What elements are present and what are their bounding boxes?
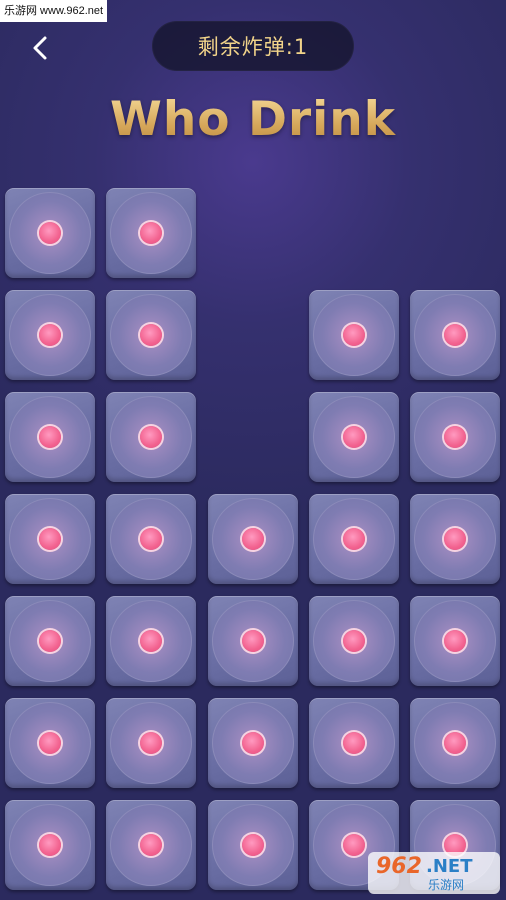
game-tile[interactable] xyxy=(309,494,399,584)
pink-dot-icon xyxy=(39,426,61,448)
pink-dot-icon xyxy=(343,630,365,652)
pink-dot-icon xyxy=(242,630,264,652)
pink-dot-icon xyxy=(242,732,264,754)
game-tile[interactable] xyxy=(208,698,298,788)
game-tile[interactable] xyxy=(5,290,95,380)
game-tile[interactable] xyxy=(309,392,399,482)
watermark-logo-net: .NET xyxy=(426,856,473,877)
pink-dot-icon xyxy=(343,324,365,346)
tile-grid xyxy=(0,0,506,900)
pink-dot-icon xyxy=(444,426,466,448)
game-tile[interactable] xyxy=(106,596,196,686)
game-tile[interactable] xyxy=(208,494,298,584)
game-tile[interactable] xyxy=(208,800,298,890)
game-tile[interactable] xyxy=(309,290,399,380)
pink-dot-icon xyxy=(343,834,365,856)
pink-dot-icon xyxy=(39,732,61,754)
pink-dot-icon xyxy=(444,324,466,346)
watermark-logo: 962 xyxy=(376,854,422,879)
pink-dot-icon xyxy=(444,630,466,652)
pink-dot-icon xyxy=(242,528,264,550)
game-tile[interactable] xyxy=(5,698,95,788)
game-tile[interactable] xyxy=(5,800,95,890)
game-tile[interactable] xyxy=(309,596,399,686)
pink-dot-icon xyxy=(140,528,162,550)
game-tile[interactable] xyxy=(5,494,95,584)
game-tile[interactable] xyxy=(410,698,500,788)
pink-dot-icon xyxy=(343,426,365,448)
pink-dot-icon xyxy=(140,222,162,244)
pink-dot-icon xyxy=(39,222,61,244)
watermark-corner: 962 .NET 乐游网 xyxy=(368,852,500,894)
pink-dot-icon xyxy=(39,528,61,550)
pink-dot-icon xyxy=(39,834,61,856)
game-tile[interactable] xyxy=(106,698,196,788)
pink-dot-icon xyxy=(343,732,365,754)
pink-dot-icon xyxy=(242,834,264,856)
game-tile[interactable] xyxy=(106,392,196,482)
game-tile[interactable] xyxy=(106,494,196,584)
pink-dot-icon xyxy=(140,834,162,856)
game-tile[interactable] xyxy=(106,188,196,278)
pink-dot-icon xyxy=(140,732,162,754)
pink-dot-icon xyxy=(140,426,162,448)
game-tile[interactable] xyxy=(5,188,95,278)
game-tile[interactable] xyxy=(410,392,500,482)
pink-dot-icon xyxy=(444,732,466,754)
game-tile[interactable] xyxy=(410,494,500,584)
game-tile[interactable] xyxy=(208,596,298,686)
game-tile[interactable] xyxy=(410,596,500,686)
pink-dot-icon xyxy=(343,528,365,550)
pink-dot-icon xyxy=(140,630,162,652)
game-tile[interactable] xyxy=(106,800,196,890)
pink-dot-icon xyxy=(444,528,466,550)
game-tile[interactable] xyxy=(410,290,500,380)
game-tile[interactable] xyxy=(5,392,95,482)
watermark-logo-sub: 乐游网 xyxy=(428,878,465,892)
pink-dot-icon xyxy=(39,324,61,346)
game-tile[interactable] xyxy=(309,698,399,788)
game-tile[interactable] xyxy=(5,596,95,686)
pink-dot-icon xyxy=(39,630,61,652)
pink-dot-icon xyxy=(140,324,162,346)
game-tile[interactable] xyxy=(106,290,196,380)
